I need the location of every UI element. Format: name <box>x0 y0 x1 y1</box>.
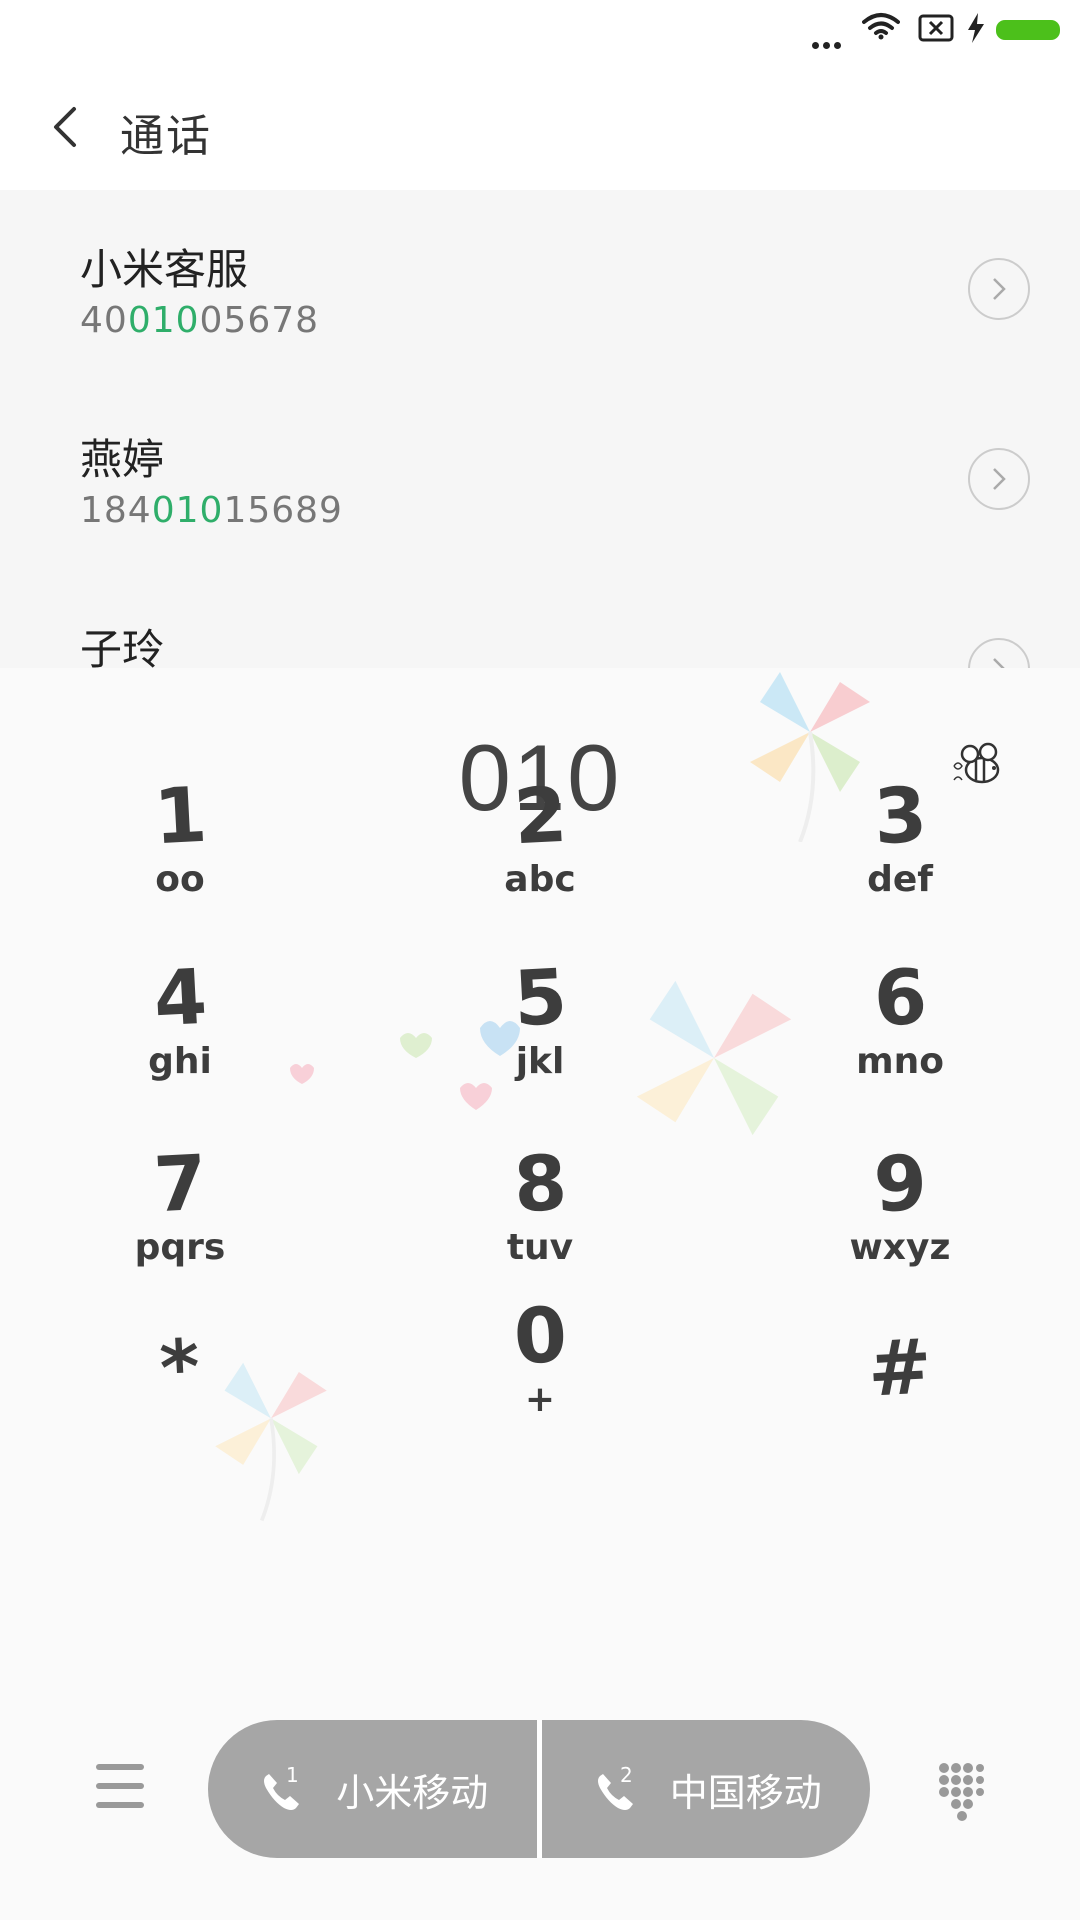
key-4[interactable]: 4 ghi <box>30 951 330 1128</box>
key-hash[interactable]: # <box>750 1321 1050 1498</box>
key-digit: * <box>157 1322 203 1413</box>
contact-name: 燕婷 <box>80 435 165 484</box>
key-star[interactable]: * <box>30 1322 330 1498</box>
key-digit: 1 <box>151 769 209 862</box>
key-letters: abc <box>504 859 576 900</box>
key-9[interactable]: 9 wxyz <box>750 1137 1050 1314</box>
contact-number: 4001005678 <box>80 300 320 341</box>
key-digit: 9 <box>871 1137 929 1230</box>
chevron-right-icon <box>993 658 1005 668</box>
key-1[interactable]: 1 oo <box>30 769 330 946</box>
svg-text:2: 2 <box>620 1764 633 1787</box>
contact-result[interactable]: 燕婷 18401015689 <box>0 380 1080 570</box>
key-2[interactable]: 2 abc <box>390 769 690 946</box>
match-highlight: 010 <box>151 490 224 531</box>
key-digit: 4 <box>151 951 209 1044</box>
key-letters: jkl <box>515 1041 565 1082</box>
key-digit: # <box>865 1321 935 1414</box>
menu-button[interactable] <box>96 1764 144 1808</box>
key-digit: 2 <box>511 769 569 862</box>
back-arrow-icon <box>54 107 76 147</box>
match-highlight: 010 <box>127 300 200 341</box>
svg-text:1: 1 <box>286 1764 299 1787</box>
call-buttons: 1 小米移动 2 中国移动 <box>208 1720 870 1858</box>
contact-results-list: 小米客服 4001005678 燕婷 18401015689 子玲 <box>0 190 1080 668</box>
status-bar <box>0 0 1080 64</box>
call-sim1-button[interactable]: 1 小米移动 <box>208 1720 537 1858</box>
contact-detail-button[interactable] <box>968 448 1030 510</box>
contact-result[interactable]: 小米客服 4001005678 <box>0 190 1080 380</box>
contact-result[interactable]: 子玲 <box>0 570 1080 668</box>
call-sim2-button[interactable]: 2 中国移动 <box>536 1720 871 1858</box>
key-7[interactable]: 7 pqrs <box>30 1137 330 1314</box>
no-sim-icon <box>918 14 954 42</box>
wifi-icon <box>862 13 900 40</box>
menu-icon <box>96 1764 144 1808</box>
key-8[interactable]: 8 tuv <box>390 1137 690 1314</box>
call-sim-label: 中国移动 <box>669 1770 822 1815</box>
key-digit: 8 <box>511 1137 569 1230</box>
page-title: 通话 <box>120 111 212 162</box>
key-letters: mno <box>856 1041 944 1082</box>
key-letters: tuv <box>506 1227 574 1268</box>
battery-icon <box>996 20 1060 40</box>
key-letters: ghi <box>148 1041 212 1082</box>
contact-detail-button[interactable] <box>968 258 1030 320</box>
call-sim-label: 小米移动 <box>336 1770 489 1815</box>
contact-detail-button[interactable] <box>968 638 1030 668</box>
chevron-right-icon <box>993 468 1006 490</box>
key-digit: 6 <box>871 951 929 1044</box>
key-6[interactable]: 6 mno <box>750 951 1050 1128</box>
contact-number: 18401015689 <box>80 490 343 531</box>
key-digit: 3 <box>871 769 929 862</box>
charging-icon <box>968 13 984 43</box>
voicemail-icon: oo <box>155 859 205 900</box>
key-digit: 0 <box>511 1289 569 1382</box>
key-digit: 5 <box>511 951 569 1044</box>
key-letters: + <box>524 1379 556 1420</box>
header: 通话 <box>0 64 1080 190</box>
contact-name: 子玲 <box>80 625 165 668</box>
key-digit: 7 <box>151 1137 209 1230</box>
key-letters: pqrs <box>134 1227 226 1268</box>
key-0[interactable]: 0 + <box>390 1289 690 1466</box>
chevron-right-icon <box>993 278 1006 300</box>
key-3[interactable]: 3 def <box>750 769 1050 946</box>
key-letters: wxyz <box>849 1227 951 1268</box>
key-5[interactable]: 5 jkl <box>390 951 690 1128</box>
contact-name: 小米客服 <box>80 245 249 294</box>
phone-sim-icon: 1 <box>264 1764 300 1810</box>
phone-sim-icon: 2 <box>597 1764 633 1810</box>
back-button[interactable] <box>40 100 88 154</box>
key-letters: def <box>867 859 933 900</box>
more-notifications-icon <box>812 34 845 53</box>
keypad-icon[interactable] <box>938 1762 984 1822</box>
